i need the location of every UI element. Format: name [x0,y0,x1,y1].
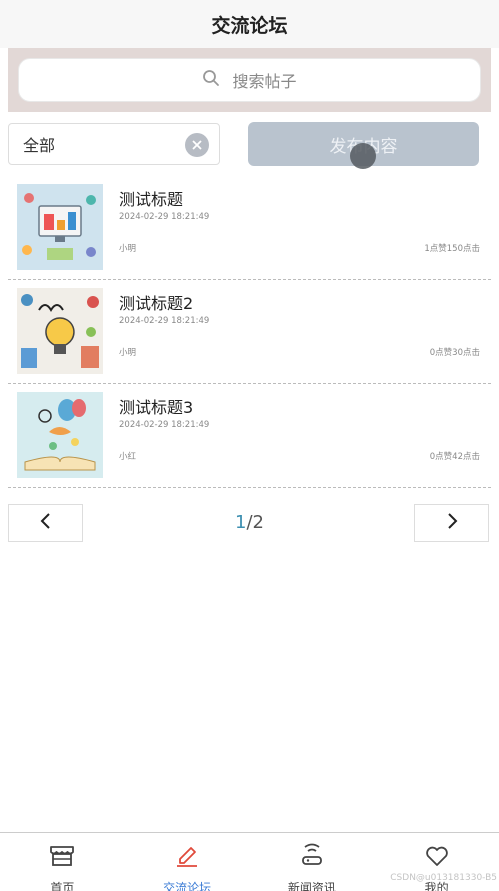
post-date: 2024-02-29 18:21:49 [119,316,210,326]
search-input[interactable]: 搜索帖子 [18,58,481,102]
post-item[interactable]: 测试标题3 2024-02-29 18:21:49 小红 0点赞42点击 [8,384,491,488]
post-thumbnail [17,288,103,374]
next-page-button[interactable] [414,504,489,542]
search-icon [202,69,220,91]
current-page: 1 [235,512,247,533]
tab-forum[interactable]: 交流论坛 [125,833,250,891]
tab-news[interactable]: 新闻资讯 [250,833,375,891]
post-list: 测试标题 2024-02-29 18:21:49 小明 1点赞150点击 测试标… [8,176,491,488]
post-stats: 0点赞42点击 [429,452,480,462]
post-author: 小红 [119,452,137,462]
post-author: 小明 [119,348,137,358]
post-item[interactable]: 测试标题 2024-02-29 18:21:49 小明 1点赞150点击 [8,176,491,280]
tab-label: 交流论坛 [163,881,212,891]
search-placeholder: 搜索帖子 [232,72,297,91]
router-icon [298,833,326,873]
post-title: 测试标题3 [119,398,194,417]
post-thumbnail [17,392,103,478]
post-date: 2024-02-29 18:21:49 [119,420,210,430]
edit-icon [173,833,201,873]
clear-icon[interactable] [185,133,209,157]
page-title: 交流论坛 [211,14,288,37]
tab-home[interactable]: 首页 [0,833,125,891]
post-author: 小明 [119,244,137,254]
publish-button[interactable]: 发布内容 [248,122,479,169]
post-date: 2024-02-29 18:21:49 [119,212,210,222]
post-item[interactable]: 测试标题2 2024-02-29 18:21:49 小明 0点赞30点击 [8,280,491,384]
category-value: 全部 [23,136,56,155]
post-stats: 0点赞30点击 [429,348,480,358]
post-title: 测试标题2 [119,294,194,313]
post-title: 测试标题 [119,190,184,209]
heart-icon [423,833,451,873]
tab-label: 首页 [50,881,75,891]
post-stats: 1点赞150点击 [424,244,480,254]
tab-label: 新闻资讯 [287,881,336,891]
app-header: 交流论坛 [0,0,499,48]
shop-icon [48,833,76,873]
total-pages: /2 [246,512,264,533]
search-bar: 搜索帖子 [8,48,491,112]
chevron-right-icon [445,512,459,534]
touch-indicator [350,143,376,169]
post-thumbnail [17,184,103,270]
category-select[interactable]: 全部 [8,123,220,165]
watermark: CSDN@u013181330-B5 [390,873,497,883]
